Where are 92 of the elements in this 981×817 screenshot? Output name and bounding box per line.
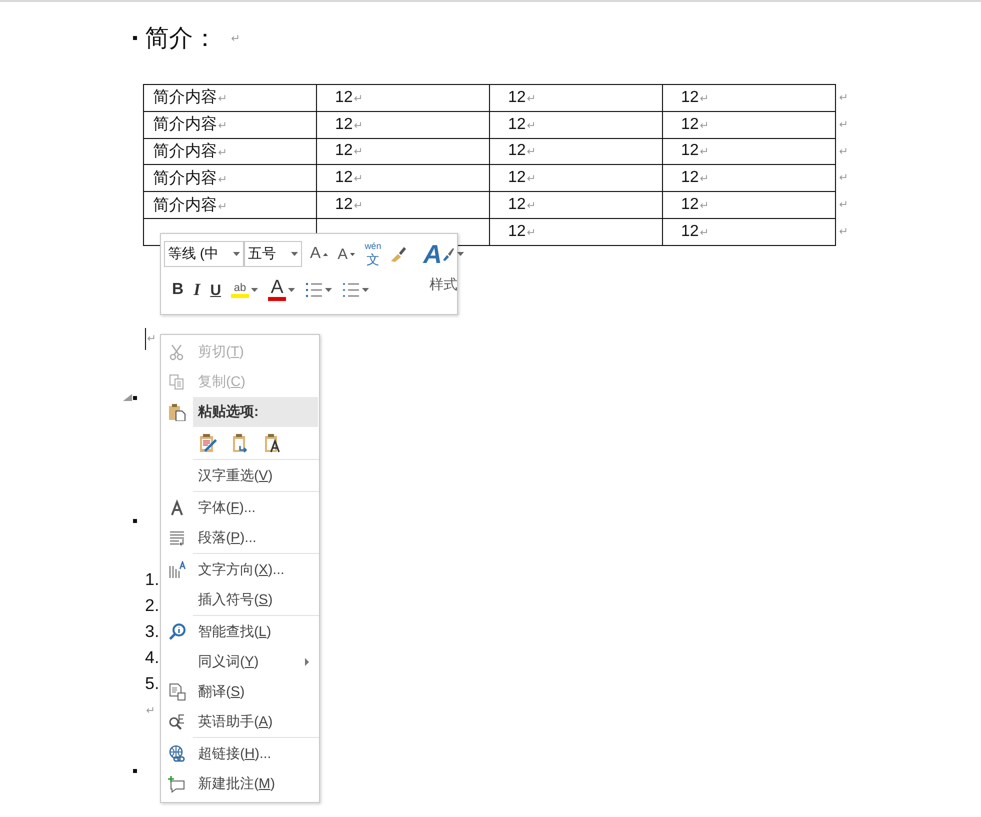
list-number: 4. xyxy=(145,646,160,669)
row-end-mark: ↵ xyxy=(839,118,848,133)
table-cell: 简介内容↵ xyxy=(144,192,316,218)
menu-item[interactable]: 插入符号(S) xyxy=(161,585,319,615)
down-caret-icon xyxy=(350,252,355,256)
table-cell: 简介内容↵ xyxy=(144,84,316,112)
menu-item[interactable]: 超链接(H)... xyxy=(161,739,319,769)
font-size-field[interactable]: 五号 xyxy=(244,241,302,267)
paste-text-only-icon[interactable] xyxy=(262,433,282,453)
table-cell: 12↵ xyxy=(316,192,490,218)
clipboard-icon xyxy=(168,403,186,421)
table-cell: 简介内容↵ xyxy=(144,138,316,165)
paragraph-mark: ↵ xyxy=(146,704,156,718)
document-icon xyxy=(168,683,186,701)
caret-icon[interactable] xyxy=(251,288,258,292)
font-color-bar xyxy=(268,297,286,301)
paragraph-mark: ↵ xyxy=(147,332,156,346)
italic-button[interactable]: I xyxy=(192,280,202,300)
menu-item[interactable]: 翻译(S) xyxy=(161,677,319,707)
highlight-button[interactable]: ab xyxy=(229,282,260,298)
underline-button[interactable]: U xyxy=(208,282,224,298)
caret-icon[interactable] xyxy=(456,252,464,256)
list-number: 5. xyxy=(145,672,160,695)
menu-item[interactable]: 英语助手(A) xyxy=(161,707,319,737)
list-number: 1. xyxy=(145,568,160,591)
table-cell: 12↵ xyxy=(662,192,836,218)
table-cell: 12↵ xyxy=(662,111,836,138)
table-cell: 12↵ xyxy=(490,84,662,112)
menu-item[interactable]: 文字方向(X)... xyxy=(161,555,319,585)
caret-icon[interactable] xyxy=(288,288,296,292)
grow-font-button[interactable]: A xyxy=(308,245,330,263)
collapse-arrow-icon[interactable] xyxy=(123,394,132,401)
table-cell: 12↵ xyxy=(490,164,662,192)
paste-merge-icon[interactable] xyxy=(230,433,250,453)
table-cell: 12↵ xyxy=(490,138,662,165)
table-cell: 12↵ xyxy=(316,138,490,165)
menu-item[interactable]: 汉字重选(V) xyxy=(161,461,319,491)
menu-item[interactable]: 新建批注(M) xyxy=(161,769,319,799)
table-cell: 简介内容↵ xyxy=(144,164,316,192)
phonetic-guide-button[interactable]: wén 文 xyxy=(362,242,384,266)
paste-keep-format-icon[interactable] xyxy=(198,433,218,453)
bullets-button[interactable] xyxy=(303,282,334,298)
table-cell: 简介内容↵ xyxy=(144,111,316,138)
font-color-button[interactable]: A xyxy=(266,279,298,301)
font-icon xyxy=(168,499,186,517)
paintbrush-icon xyxy=(442,247,454,261)
row-end-mark: ↵ xyxy=(839,224,848,240)
caret-icon[interactable] xyxy=(233,252,240,256)
submenu-arrow-icon xyxy=(305,658,309,666)
highlight-color-bar xyxy=(231,294,250,298)
table-cell: 12↵ xyxy=(316,111,490,138)
scissors-icon xyxy=(168,343,186,361)
bullet-icon xyxy=(133,396,137,400)
table-cell: 12↵ xyxy=(490,111,662,138)
caret-icon[interactable] xyxy=(291,252,298,256)
row-end-mark: ↵ xyxy=(839,144,848,160)
copy-icon xyxy=(168,373,186,391)
table-cell: 12↵ xyxy=(662,164,836,192)
caret-icon[interactable] xyxy=(325,288,332,292)
numbering-button[interactable] xyxy=(340,282,372,298)
heading-text: 简介： xyxy=(145,24,217,54)
table-cell: 12↵ xyxy=(662,138,836,165)
menu-header: 粘贴选项: xyxy=(193,397,318,427)
text-direction-icon xyxy=(168,561,186,579)
caret-icon[interactable] xyxy=(362,288,370,292)
menu-item[interactable]: 字体(F)... xyxy=(161,493,319,523)
table-cell: 12↵ xyxy=(490,218,662,246)
comment-icon xyxy=(168,775,186,793)
table-cell: 12↵ xyxy=(662,218,836,246)
menu-item[interactable]: 段落(P)... xyxy=(161,523,319,553)
list-number: 3. xyxy=(145,620,160,643)
menu-item[interactable]: 同义词(Y) xyxy=(161,647,319,677)
table-cell: 12↵ xyxy=(662,84,836,112)
row-end-mark: ↵ xyxy=(839,198,848,214)
bold-button[interactable]: B xyxy=(170,281,186,299)
magnifier-icon xyxy=(168,713,186,731)
font-name-field[interactable]: 等线 (中 xyxy=(164,241,244,267)
format-painter-icon[interactable] xyxy=(389,245,408,263)
row-end-mark: ↵ xyxy=(839,171,848,186)
list-number: 2. xyxy=(145,594,160,617)
magnifier-icon xyxy=(168,623,186,641)
row-end-mark: ↵ xyxy=(839,91,848,106)
globe-link-icon xyxy=(168,745,186,763)
shrink-font-button[interactable]: A xyxy=(336,246,357,262)
table-cell: 12↵ xyxy=(316,164,490,192)
table-cell: 12↵ xyxy=(316,84,490,112)
menu-item[interactable]: 智能查找(L) xyxy=(161,617,319,647)
paragraph-mark: ↵ xyxy=(231,32,240,44)
paragraph-icon xyxy=(168,529,186,547)
up-caret-icon xyxy=(322,252,328,256)
styles-button[interactable]: A 样式 xyxy=(419,240,468,308)
table-cell: 12↵ xyxy=(490,192,662,218)
